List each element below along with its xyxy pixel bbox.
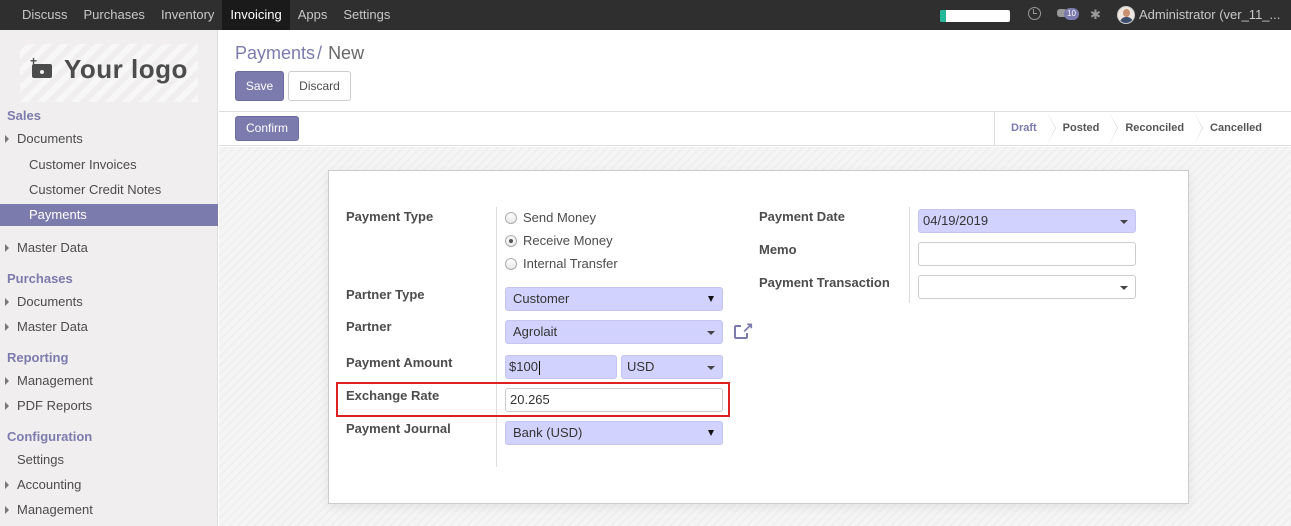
save-button[interactable]: Save [235,71,284,101]
menu-invoicing[interactable]: Invoicing [222,0,290,30]
menu-discuss[interactable]: Discuss [14,0,76,30]
top-navbar: Discuss Purchases Inventory Invoicing Ap… [0,0,1291,30]
progress-bar[interactable] [940,10,1010,22]
sidebar-section-reporting: Reporting [7,350,69,365]
stage-reconciled[interactable]: Reconciled [1109,112,1204,145]
radio-receive-money[interactable]: Receive Money [505,233,613,249]
sidebar-item-purchases-master-data[interactable]: Master Data [0,316,218,338]
caret-right-icon [5,298,9,306]
radio-internal-transfer[interactable]: Internal Transfer [505,256,618,272]
bug-icon[interactable]: ✱ [1090,7,1101,22]
payment-date-label: Payment Date [759,209,845,224]
partner-label: Partner [346,319,392,334]
sidebar-item-settings[interactable]: Settings [0,449,218,471]
caret-right-icon [5,244,9,252]
company-logo[interactable]: + Your logo [20,44,198,102]
menu-purchases[interactable]: Purchases [76,0,153,30]
menu-inventory[interactable]: Inventory [153,0,222,30]
sidebar-section-sales: Sales [7,108,41,123]
stage-posted[interactable]: Posted [1047,112,1119,145]
column-divider [496,207,497,467]
breadcrumb-current: New [328,43,365,63]
payment-journal-select[interactable]: Bank (USD) [505,421,723,445]
partner-type-label: Partner Type [346,287,425,302]
payment-transaction-field[interactable] [918,275,1136,299]
confirm-button[interactable]: Confirm [235,116,299,141]
caret-right-icon [5,481,9,489]
exchange-rate-highlight [336,382,730,417]
payment-transaction-label: Payment Transaction [759,275,890,290]
right-column-divider [909,207,910,303]
sidebar-item-documents[interactable]: Documents [0,128,218,150]
sidebar-item-accounting[interactable]: Accounting [0,474,218,496]
sidebar-item-config-management[interactable]: Management [0,499,218,521]
avatar[interactable] [1117,6,1135,24]
chevron-down-icon [1120,220,1128,224]
partner-type-select[interactable]: Customer [505,287,723,311]
partner-field[interactable]: Agrolait [505,320,723,344]
sidebar-item-purchases-documents[interactable]: Documents [0,291,218,313]
memo-label: Memo [759,242,797,257]
menu-apps[interactable]: Apps [290,0,336,30]
payment-date-input[interactable]: 04/19/2019 [918,209,1136,233]
caret-right-icon [5,506,9,514]
sidebar-item-payments[interactable]: Payments [0,204,218,226]
chevron-down-icon [707,331,715,335]
logo-text: Your logo [64,54,188,84]
chevron-down-icon [1120,286,1128,290]
chat-badge: 10 [1064,8,1079,20]
memo-input[interactable] [918,242,1136,266]
select-arrow-icon [708,430,714,436]
sidebar-item-customer-invoices[interactable]: Customer Invoices [0,154,218,176]
camera-icon: + [30,55,52,78]
external-link-icon[interactable]: ↗ [733,320,755,341]
sidebar-section-purchases: Purchases [7,271,73,286]
clock-icon[interactable] [1028,7,1041,20]
caret-right-icon [5,377,9,385]
radio-send-money[interactable]: Send Money [505,210,596,226]
caret-right-icon [5,402,9,410]
breadcrumb-separator: / [317,43,323,63]
payment-amount-label: Payment Amount [346,355,453,370]
progress-fill [940,10,946,22]
payment-type-label: Payment Type [346,209,434,224]
menu-settings[interactable]: Settings [335,0,398,30]
status-stages: Draft Posted Reconciled Cancelled [994,112,1272,145]
sidebar-section-configuration: Configuration [7,429,93,444]
caret-right-icon [5,135,9,143]
user-menu[interactable]: Administrator (ver_11_... [1139,0,1280,30]
payment-amount-input[interactable]: $100 [505,355,617,379]
select-arrow-icon [708,296,714,302]
stage-cancelled[interactable]: Cancelled [1194,112,1272,145]
stage-draft[interactable]: Draft [995,112,1056,145]
radio-button [505,258,517,270]
radio-button-selected [505,235,517,247]
app-menu: Discuss Purchases Inventory Invoicing Ap… [14,0,398,30]
caret-right-icon [5,323,9,331]
discard-button[interactable]: Discard [288,71,351,101]
breadcrumb-parent[interactable]: Payments [235,43,315,63]
sidebar-item-master-data[interactable]: Master Data [0,237,218,259]
currency-field[interactable]: USD [621,355,723,379]
radio-button [505,212,517,224]
status-bar: Draft Posted Reconciled Cancelled [219,111,1291,146]
payment-journal-label: Payment Journal [346,421,451,436]
chevron-down-icon [707,366,715,370]
sidebar-item-management[interactable]: Management [0,370,218,392]
sidebar-item-customer-credit-notes[interactable]: Customer Credit Notes [0,179,218,201]
text-cursor [538,360,540,375]
sidebar-item-pdf-reports[interactable]: PDF Reports [0,395,218,417]
breadcrumb: Payments / New [235,43,364,63]
